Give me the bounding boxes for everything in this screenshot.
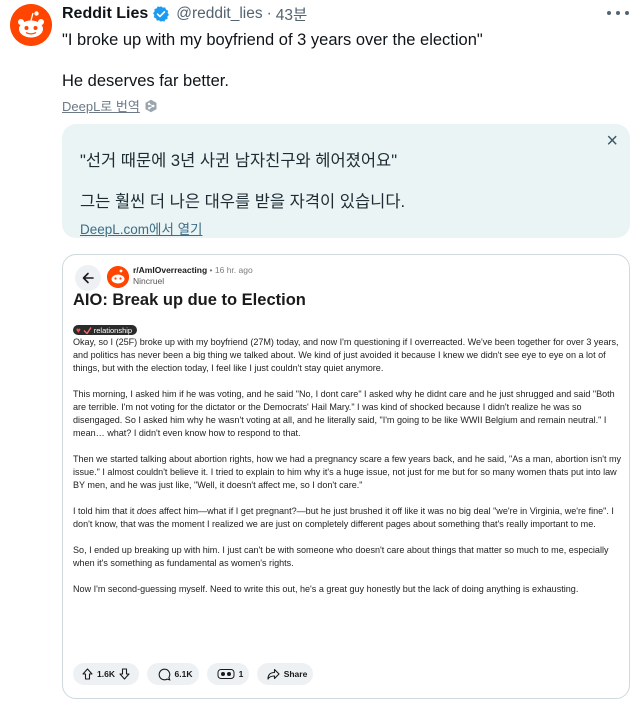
- post-body: Okay, so I (25F) broke up with my boyfri…: [73, 336, 625, 596]
- downvote-icon[interactable]: [119, 668, 130, 680]
- reddit-snoo-icon: [10, 4, 52, 46]
- vote-pill: 1.6K: [73, 663, 139, 685]
- post-paragraph: Okay, so I (25F) broke up with my boyfri…: [73, 337, 619, 373]
- deepl-logo-icon: [145, 99, 157, 112]
- close-translation-icon[interactable]: ×: [606, 130, 618, 152]
- translate-label: DeepL로 번역: [62, 99, 140, 114]
- flair-label: relationship: [93, 325, 133, 335]
- separator-dot: ·: [266, 5, 272, 22]
- translated-line-2: 그는 훨씬 더 나은 대우를 받을 자격이 있습니다.: [80, 193, 406, 211]
- subreddit-name[interactable]: r/AmIOverreacting: [133, 265, 207, 275]
- post-author[interactable]: Nincruel: [133, 276, 164, 286]
- subreddit-icon: [107, 266, 129, 288]
- post-paragraph: I told him that it does affect him—what …: [73, 505, 625, 531]
- post-time: • 16 hr. ago: [209, 265, 253, 275]
- emphasis-text: does: [136, 506, 157, 516]
- translation-panel: × "선거 때문에 3년 사귄 남자친구와 헤어졌어요" 그는 훨씬 더 나은 …: [62, 124, 630, 238]
- award-button[interactable]: 1: [207, 663, 249, 685]
- comment-icon: [158, 668, 171, 681]
- vote-count: 1.6K: [97, 669, 115, 679]
- comment-count: 6.1K: [174, 669, 193, 679]
- share-label: Share: [283, 669, 308, 679]
- open-in-deepl-link[interactable]: DeepL.com에서 열기: [80, 218, 202, 238]
- tweet-timestamp[interactable]: 43분: [276, 3, 308, 25]
- post-paragraph: So, I ended up breaking up with him. I j…: [73, 545, 609, 568]
- translated-line-1: "선거 때문에 3년 사귄 남자친구와 헤어졌어요": [80, 152, 398, 170]
- award-count: 1: [238, 669, 244, 679]
- post-paragraph: This morning, I asked him if he was voti…: [73, 389, 615, 438]
- comments-button[interactable]: 6.1K: [147, 663, 199, 685]
- broken-heart-icon: [83, 326, 92, 334]
- author-handle[interactable]: @reddit_lies: [176, 5, 262, 23]
- post-paragraph: Then we started talking about abortion r…: [73, 454, 622, 490]
- subreddit-avatar[interactable]: [107, 266, 129, 288]
- author-name[interactable]: Reddit Lies: [62, 5, 148, 23]
- tweet-text-quote: "I broke up with my boyfriend of 3 years…: [62, 31, 483, 49]
- more-options-icon[interactable]: [607, 4, 629, 22]
- translate-button[interactable]: DeepL로 번역: [62, 96, 158, 115]
- verified-badge-icon: [153, 6, 170, 22]
- heart-icon: ♥: [76, 325, 81, 335]
- back-arrow-icon[interactable]: [75, 265, 101, 291]
- post-paragraph: Now I'm second-guessing myself. Need to …: [73, 584, 579, 594]
- post-meta: r/AmIOverreacting • 16 hr. ago: [133, 265, 253, 275]
- upvote-icon[interactable]: [82, 668, 93, 680]
- post-text: I told him that it: [73, 506, 137, 516]
- share-icon: [267, 668, 280, 680]
- flair-badge[interactable]: ♥ relationship: [73, 325, 138, 335]
- tweet-text-comment: He deserves far better.: [62, 72, 229, 90]
- award-icon: [217, 669, 235, 679]
- reddit-post-image[interactable]: r/AmIOverreacting • 16 hr. ago Nincruel …: [62, 254, 630, 699]
- tweet-header: Reddit Lies @reddit_lies · 43분: [62, 4, 307, 24]
- author-avatar[interactable]: [10, 4, 52, 46]
- post-title: AIO: Break up due to Election: [73, 291, 306, 309]
- share-button[interactable]: Share: [257, 663, 313, 685]
